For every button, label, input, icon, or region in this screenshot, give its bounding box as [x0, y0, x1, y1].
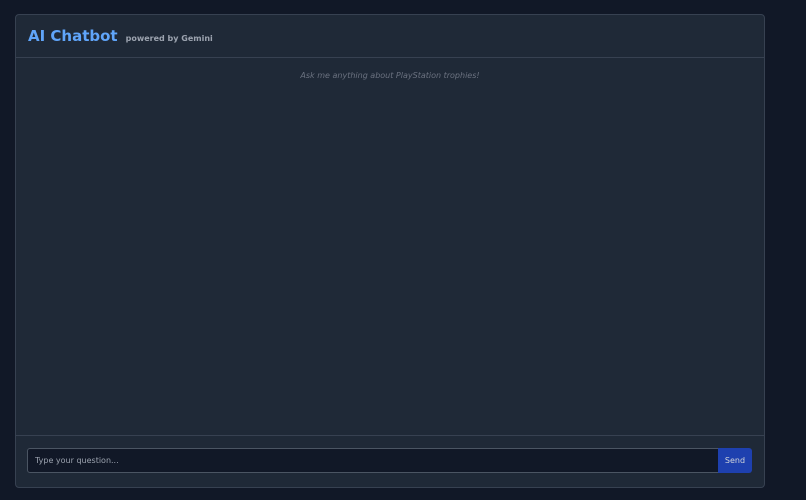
chat-subtitle: powered by Gemini	[125, 33, 213, 43]
empty-state-hint: Ask me anything about PlayStation trophi…	[300, 71, 480, 80]
chat-panel: AI Chatbot powered by Gemini Ask me anyt…	[15, 14, 765, 488]
input-bar: Send	[16, 435, 764, 487]
chat-header: AI Chatbot powered by Gemini	[16, 15, 764, 58]
send-button[interactable]: Send	[718, 448, 752, 473]
question-input[interactable]	[27, 448, 719, 473]
chat-title: AI Chatbot	[28, 27, 118, 45]
messages-area[interactable]: Ask me anything about PlayStation trophi…	[16, 58, 764, 435]
